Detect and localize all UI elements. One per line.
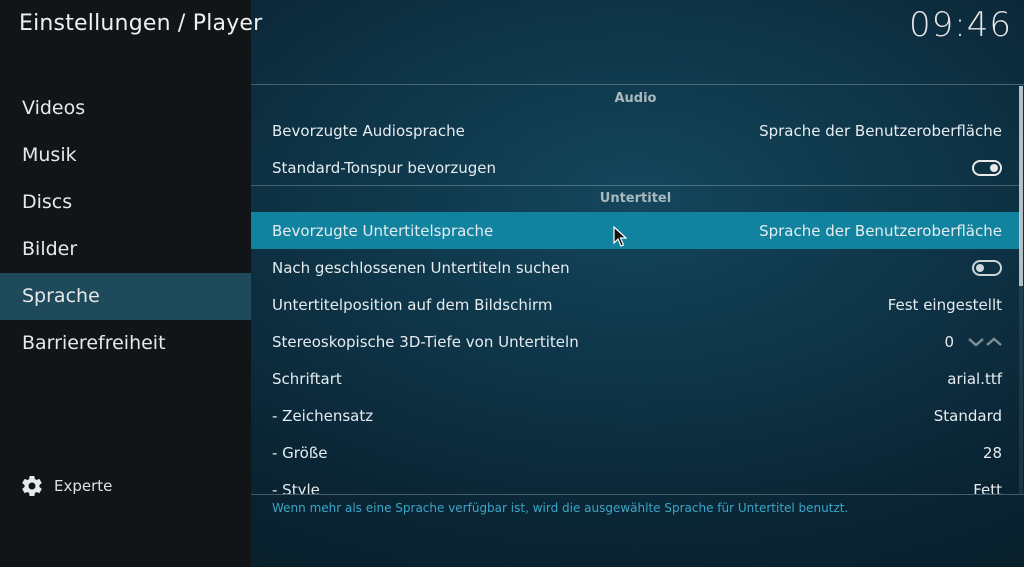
scrollbar-thumb[interactable] bbox=[1019, 86, 1023, 286]
setting-label: - Größe bbox=[272, 443, 328, 462]
setting-value: arial.ttf bbox=[947, 369, 1002, 388]
setting-search-closed-captions[interactable]: Nach geschlossenen Untertiteln suchen bbox=[251, 249, 1020, 286]
setting-label: Nach geschlossenen Untertiteln suchen bbox=[272, 258, 570, 277]
section-header-audio: Audio bbox=[614, 91, 657, 106]
section-header-subtitles: Untertitel bbox=[599, 191, 672, 206]
setting-value: Sprache der Benutzeroberfläche bbox=[759, 221, 1002, 240]
chevron-up-icon[interactable] bbox=[986, 336, 1002, 347]
setting-label: - Zeichensatz bbox=[272, 406, 374, 425]
setting-stereoscopic-subtitle-depth[interactable]: Stereoskopische 3D-Tiefe von Untertiteln… bbox=[251, 323, 1020, 360]
setting-label: Stereoskopische 3D-Tiefe von Untertiteln bbox=[272, 332, 579, 351]
chevron-down-icon[interactable] bbox=[968, 337, 984, 347]
toggle-switch-off[interactable] bbox=[972, 259, 1002, 276]
setting-size[interactable]: - Größe 28 bbox=[251, 434, 1020, 471]
bottom-divider bbox=[251, 494, 1024, 495]
sidebar-item-bilder[interactable]: Bilder bbox=[0, 226, 251, 273]
category-nav: Videos Musik Discs Bilder Sprache Barrie… bbox=[0, 85, 251, 367]
setting-style[interactable]: - Style Fett bbox=[251, 471, 1020, 495]
toggle-switch-on[interactable] bbox=[972, 159, 1002, 176]
setting-subtitle-position[interactable]: Untertitelposition auf dem Bildschirm Fe… bbox=[251, 286, 1020, 323]
sidebar-item-musik[interactable]: Musik bbox=[0, 132, 251, 179]
settings-list: Audio Bevorzugte Audiosprache Sprache de… bbox=[251, 86, 1020, 494]
sidebar-item-videos[interactable]: Videos bbox=[0, 85, 251, 132]
setting-preferred-subtitle-language[interactable]: Bevorzugte Untertitelsprache Sprache der… bbox=[251, 212, 1020, 249]
gear-icon bbox=[22, 476, 42, 497]
setting-charset[interactable]: - Zeichensatz Standard bbox=[251, 397, 1020, 434]
setting-preferred-audio-language[interactable]: Bevorzugte Audiosprache Sprache der Benu… bbox=[251, 112, 1020, 149]
mouse-pointer-icon bbox=[613, 226, 627, 247]
spin-arrows bbox=[968, 336, 1002, 347]
setting-value: Fett bbox=[973, 480, 1002, 495]
settings-level-button[interactable]: Experte bbox=[20, 472, 112, 500]
scrollbar[interactable] bbox=[1019, 86, 1023, 494]
setting-font[interactable]: Schriftart arial.ttf bbox=[251, 360, 1020, 397]
setting-label: Schriftart bbox=[272, 369, 342, 388]
sidebar-item-barrierefreiheit[interactable]: Barrierefreiheit bbox=[0, 320, 251, 367]
setting-label: Bevorzugte Untertitelsprache bbox=[272, 221, 494, 240]
setting-value: Fest eingestellt bbox=[887, 295, 1002, 314]
sidebar-item-sprache[interactable]: Sprache bbox=[0, 273, 251, 320]
setting-prefer-default-audio-stream[interactable]: Standard-Tonspur bevorzugen bbox=[251, 149, 1020, 186]
settings-level-label: Experte bbox=[54, 477, 113, 495]
setting-value: 0 bbox=[944, 332, 954, 351]
setting-value: Sprache der Benutzeroberfläche bbox=[759, 121, 1002, 140]
sidebar-item-discs[interactable]: Discs bbox=[0, 179, 251, 226]
sidebar: Videos Musik Discs Bilder Sprache Barrie… bbox=[0, 0, 251, 567]
clock: 09:46 bbox=[909, 5, 1012, 45]
setting-label: Untertitelposition auf dem Bildschirm bbox=[272, 295, 553, 314]
setting-label: Standard-Tonspur bevorzugen bbox=[272, 158, 496, 177]
setting-label: Bevorzugte Audiosprache bbox=[272, 121, 465, 140]
setting-value: Standard bbox=[933, 406, 1002, 425]
setting-value: 28 bbox=[982, 443, 1002, 462]
top-divider bbox=[251, 84, 1024, 85]
spin-control: 0 bbox=[944, 333, 1002, 351]
page-title: Einstellungen / Player bbox=[19, 11, 263, 36]
help-text: Wenn mehr als eine Sprache verfügbar ist… bbox=[272, 501, 849, 515]
setting-label: - Style bbox=[272, 480, 320, 495]
